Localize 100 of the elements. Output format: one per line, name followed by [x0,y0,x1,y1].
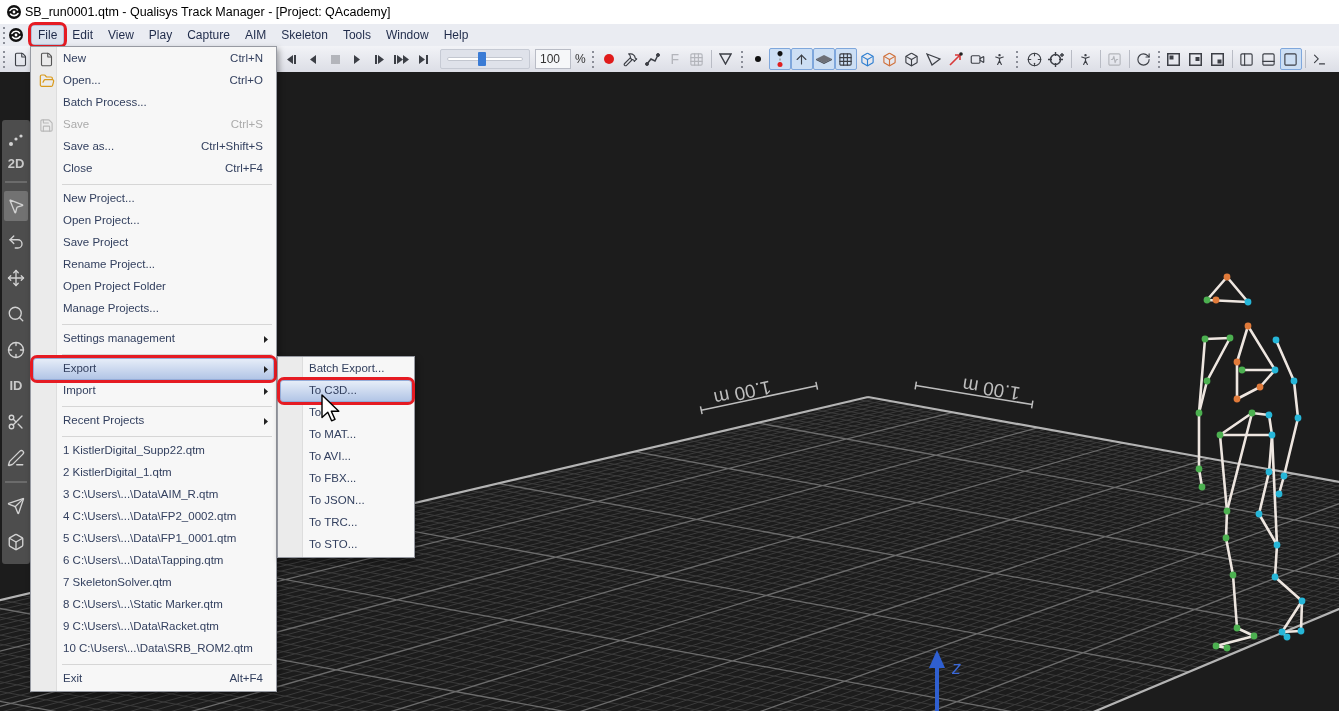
grip-handle[interactable] [3,50,5,68]
folder-open-icon [38,73,55,89]
menu-item[interactable]: Close Ctrl+F4 [33,158,274,180]
square-button[interactable] [1279,48,1302,70]
move-icon [7,269,25,287]
scissors-icon [7,413,25,431]
z-axis-arrow [929,650,945,711]
menu-item[interactable]: Recent Projects [33,410,274,432]
arrow-icon [948,52,963,66]
grid-icon [838,51,854,67]
grid-button[interactable] [834,48,857,70]
pen-icon [7,449,25,467]
menu-item[interactable]: Open Project... [33,210,274,232]
mode-button[interactable]: ID [4,371,28,401]
menu-bar-item[interactable]: View [101,25,141,45]
menu-item[interactable]: 10 C:\Users\...\Data\SRB_ROM2.qtm [33,638,274,660]
cube-icon [882,51,898,67]
menu-item[interactable]: Batch Process... [33,92,274,114]
menu-item[interactable]: Manage Projects... [33,298,274,320]
panel-bottom-icon [1261,51,1277,67]
menu-item[interactable]: To C3D... [280,380,412,402]
paper-plane-icon [926,52,942,66]
polyline-icon [645,52,661,66]
arrow-up-button[interactable] [790,48,813,70]
menu-item[interactable]: New Project... [33,188,274,210]
search-icon [7,305,25,323]
shortcut-label: Alt+F4 [229,671,264,687]
document-icon [39,51,54,67]
menu-bar-item[interactable]: Skeleton [274,25,335,45]
window-top-left-icon [1167,52,1181,66]
menu-item[interactable]: 1 KistlerDigital_Supp22.qtm [33,440,274,462]
menu-bar-item[interactable]: Edit [65,25,101,45]
menu-item[interactable]: 2 KistlerDigital_1.qtm [33,462,274,484]
menu-item[interactable]: 9 C:\Users\...\Data\Racket.qtm [33,616,274,638]
speed-slider[interactable] [440,49,530,69]
menu-item[interactable]: 4 C:\Users\...\Data\FP2_0002.qtm [33,506,274,528]
plate-icon [815,54,832,64]
menu-item[interactable]: Open Project Folder [33,276,274,298]
grip-handle[interactable] [591,50,594,68]
cursor-button[interactable] [4,191,28,221]
shortcut-label: Ctrl+Shift+S [201,139,264,155]
menu-item[interactable]: To JSON... [280,490,412,512]
menu-item[interactable]: 3 C:\Users\...\Data\AIM_R.qtm [33,484,274,506]
shortcut-label: Ctrl+N [230,51,264,67]
menu-item[interactable]: Exit Alt+F4 [33,668,274,690]
mode-button[interactable]: 2D [4,152,28,176]
grip-handle[interactable] [740,50,743,68]
menu-bar-item[interactable]: Help [436,25,476,45]
menu-bar-item[interactable]: File [31,25,65,45]
grip-handle[interactable] [1015,50,1018,68]
menu-item[interactable]: New Ctrl+N [33,48,274,70]
refresh-icon [1136,51,1152,67]
cursor-icon [7,197,25,215]
step-back-icon [286,54,296,64]
grip-handle[interactable] [3,26,5,44]
hammer-icon [623,51,639,67]
menu-item[interactable]: Settings management [33,328,274,350]
slider-thumb[interactable] [477,52,486,66]
speed-field[interactable]: 100 [535,49,571,69]
submenu-arrow-icon [264,365,268,373]
menu-item[interactable]: Open... Ctrl+O [33,70,274,92]
menu-item[interactable]: Rename Project... [33,254,274,276]
menu-item[interactable]: 6 C:\Users\...\Data\Tapping.qtm [33,550,274,572]
menu-bar-item[interactable]: Play [141,25,180,45]
menu-item[interactable]: 7 SkeletonSolver.qtm [33,572,274,594]
plate-button[interactable] [812,48,835,70]
menu-item[interactable]: To MAT... [280,424,412,446]
menu-item[interactable]: Export [33,358,274,380]
crosshair-icon [1027,51,1043,67]
menu-item[interactable]: 5 C:\Users\...\Data\FP1_0001.qtm [33,528,274,550]
menu-bar-item[interactable]: Tools [335,25,378,45]
crosshair-icon [7,341,25,359]
menu-bar-item[interactable]: Window [378,25,436,45]
submenu-arrow-icon [264,335,268,343]
reverse-play-icon [310,54,316,64]
menu-item[interactable]: Save Project [33,232,274,254]
menu-item[interactable]: Save as... Ctrl+Shift+S [33,136,274,158]
marker-pair-button[interactable] [768,48,791,70]
waveform-icon [1107,51,1123,67]
window-title: SB_run0001.qtm - Qualisys Track Manager - [Project: QAcademy] [25,3,391,21]
square-icon [1283,51,1299,67]
menu-bar-item[interactable]: Capture [180,25,237,45]
menu-item[interactable]: To [280,402,412,424]
menu-item[interactable]: To FBX... [280,468,412,490]
menu-item[interactable]: To STO... [280,534,412,556]
menu-item[interactable]: 8 C:\Users\...\Static Marker.qtm [33,594,274,616]
cube-icon [7,533,25,551]
mouse-cursor-icon [321,394,340,422]
menu-item[interactable]: To AVI... [280,446,412,468]
axis-label: z [952,658,961,678]
menu-item[interactable]: Import [33,380,274,402]
grip-handle[interactable] [1157,50,1160,68]
menu-item[interactable]: Batch Export... [280,358,412,380]
dots-icon [9,134,23,146]
menu-item[interactable]: To TRC... [280,512,412,534]
play-icon [354,54,360,64]
document-icon [12,51,28,67]
menu-bar-item[interactable]: AIM [237,25,274,45]
dot-icon [754,56,761,62]
panel-left-icon [1239,51,1255,67]
